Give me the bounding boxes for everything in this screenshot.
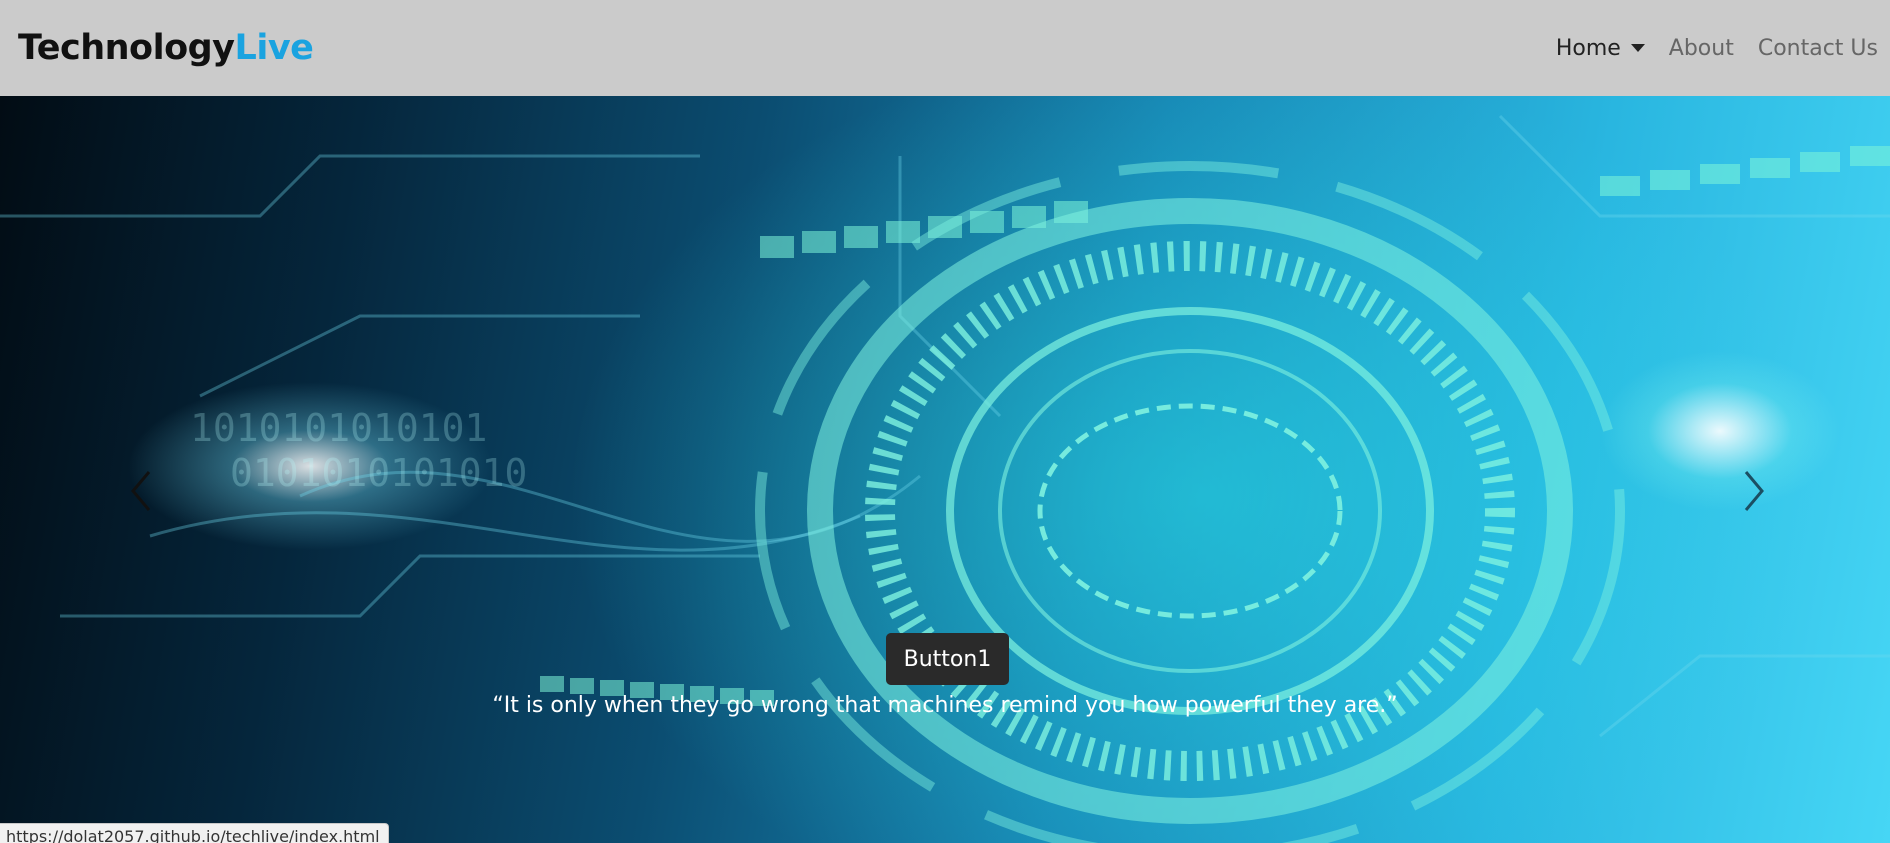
caret-down-icon bbox=[1630, 44, 1645, 52]
brand-logo[interactable]: TechnologyLive bbox=[18, 28, 314, 68]
svg-text:1010101010101: 1010101010101 bbox=[190, 406, 487, 450]
browser-status-url: https://dolat2057.github.io/techlive/ind… bbox=[0, 823, 389, 843]
carousel-next-button[interactable] bbox=[1734, 466, 1774, 516]
navbar: TechnologyLive Home About Contact Us bbox=[0, 0, 1890, 96]
nav-about[interactable]: About bbox=[1657, 36, 1746, 61]
nav-about-label: About bbox=[1668, 35, 1734, 61]
brand-accent: Live bbox=[234, 28, 314, 68]
carousel-quote: “It is only when they go wrong that mach… bbox=[492, 693, 1398, 718]
chevron-left-icon bbox=[131, 471, 151, 511]
brand-main: Technology bbox=[18, 28, 235, 68]
nav-links: Home About Contact Us bbox=[1544, 36, 1890, 61]
tech-circuit-background-image: 1010101010101 0101010101010 bbox=[0, 114, 1890, 843]
chevron-right-icon bbox=[1744, 471, 1764, 511]
nav-contact[interactable]: Contact Us bbox=[1746, 36, 1890, 61]
hero-carousel: 1010101010101 0101010101010 bbox=[0, 96, 1890, 843]
nav-home-dropdown[interactable]: Home bbox=[1544, 36, 1657, 61]
carousel-prev-button[interactable] bbox=[121, 466, 161, 516]
caption-button[interactable]: Button1 bbox=[886, 633, 1009, 685]
svg-text:0101010101010: 0101010101010 bbox=[230, 451, 527, 495]
nav-home-label: Home bbox=[1555, 35, 1621, 61]
nav-contact-label: Contact Us bbox=[1757, 35, 1878, 61]
